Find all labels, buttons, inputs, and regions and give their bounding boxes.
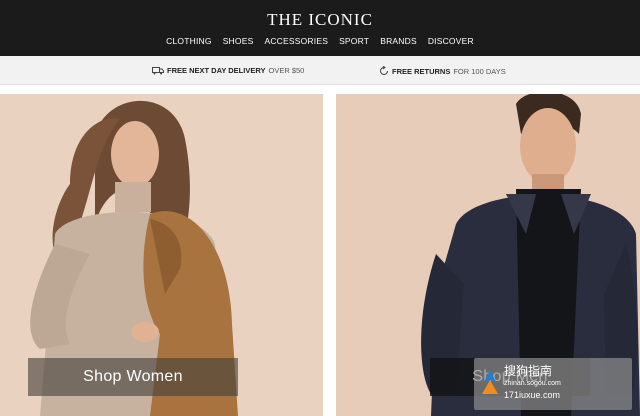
shop-women-button[interactable]: Shop Women: [28, 358, 238, 396]
watermark-domain-2: 171iuxue.com: [504, 390, 561, 400]
nav-brands[interactable]: BRANDS: [380, 36, 417, 46]
nav-accessories[interactable]: ACCESSORIES: [264, 36, 328, 46]
site-header: THE ICONIC CLOTHING SHOES ACCESSORIES SP…: [0, 0, 640, 56]
promo-delivery[interactable]: FREE NEXT DAY DELIVERY OVER $50: [152, 66, 304, 75]
nav-discover[interactable]: DISCOVER: [428, 36, 474, 46]
promo-returns-thin: FOR 100 DAYS: [453, 66, 506, 76]
hero-women-panel[interactable]: Shop Women: [0, 94, 323, 416]
site-logo[interactable]: THE ICONIC: [0, 10, 640, 30]
nav-shoes[interactable]: SHOES: [223, 36, 254, 46]
watermark-domain: zhinan.sogou.com: [504, 380, 561, 387]
sogou-watermark: 搜狗指南 zhinan.sogou.com 171iuxue.com: [474, 358, 632, 410]
watermark-title: 搜狗指南: [504, 364, 553, 378]
promo-bar: FREE NEXT DAY DELIVERY OVER $50 FREE RET…: [0, 56, 640, 85]
nav-clothing[interactable]: CLOTHING: [166, 36, 212, 46]
sogou-logo-icon: [482, 370, 498, 394]
promo-delivery-thin: OVER $50: [268, 66, 305, 75]
truck-icon: [152, 66, 164, 74]
nav-sport[interactable]: SPORT: [339, 36, 369, 46]
promo-returns-bold: FREE RETURNS: [392, 66, 451, 76]
promo-returns[interactable]: FREE RETURNS FOR 100 DAYS: [379, 66, 506, 76]
promo-delivery-bold: FREE NEXT DAY DELIVERY: [167, 66, 266, 75]
returns-icon: [380, 66, 388, 75]
main-nav: CLOTHING SHOES ACCESSORIES SPORT BRANDS …: [0, 36, 640, 46]
